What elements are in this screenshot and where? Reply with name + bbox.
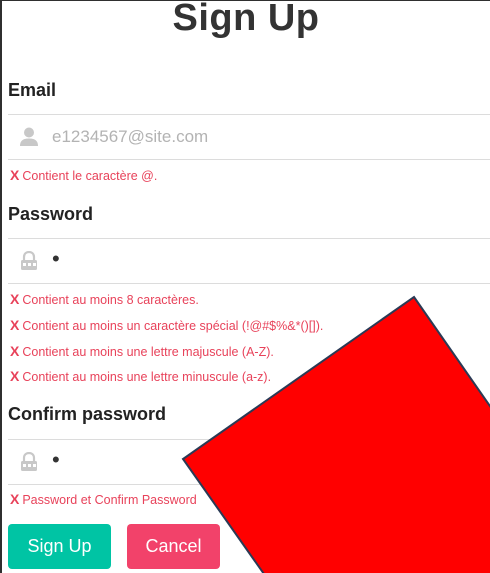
error-x-icon: X — [10, 317, 20, 333]
error-text: Contient au moins 8 caractères. — [22, 293, 199, 307]
password-error-2: X Contient au moins un caractère spécial … — [10, 317, 323, 333]
error-text: Contient au moins un caractère spécial (… — [22, 319, 324, 333]
confirm-password-field[interactable]: • — [8, 439, 490, 485]
confirm-password-error: X Password et Confirm Password — [10, 491, 197, 507]
error-text: Contient le caractère @. — [22, 169, 158, 183]
error-text: Contient au moins une lettre majuscule (… — [22, 345, 274, 359]
user-icon — [20, 127, 38, 147]
error-x-icon: X — [10, 167, 20, 183]
error-x-icon: X — [10, 343, 20, 359]
signup-button[interactable]: Sign Up — [8, 524, 111, 569]
email-input-placeholder: e1234567@site.com — [52, 127, 209, 146]
email-error: X Contient le caractère @. — [10, 167, 157, 183]
email-field[interactable]: e1234567@site.com — [8, 114, 490, 160]
password-error-4: X Contient au moins une lettre minuscule … — [10, 368, 271, 384]
error-text: Contient au moins une lettre minuscule (… — [22, 370, 272, 384]
lock-icon — [20, 451, 38, 472]
password-field[interactable]: • — [8, 238, 490, 284]
red-overlay-shape — [181, 295, 490, 573]
error-x-icon: X — [10, 491, 20, 507]
email-label: Email — [8, 80, 57, 100]
password-error-3: X Contient au moins une lettre majuscule … — [10, 343, 274, 359]
cancel-button[interactable]: Cancel — [127, 524, 220, 569]
password-input-value: • — [52, 246, 60, 271]
confirm-password-input-value: • — [52, 447, 60, 472]
error-x-icon: X — [10, 368, 20, 384]
signup-page: Sign Up Email e1234567@site.com X Contien… — [0, 0, 490, 573]
error-x-icon: X — [10, 291, 20, 307]
page-title: Sign Up — [172, 0, 320, 39]
password-error-1: X Contient au moins 8 caractères. — [10, 291, 199, 307]
error-text: Password et Confirm Password — [22, 493, 197, 507]
password-label: Password — [8, 204, 94, 224]
confirm-password-label: Confirm password — [8, 404, 167, 424]
lock-icon — [20, 250, 38, 271]
